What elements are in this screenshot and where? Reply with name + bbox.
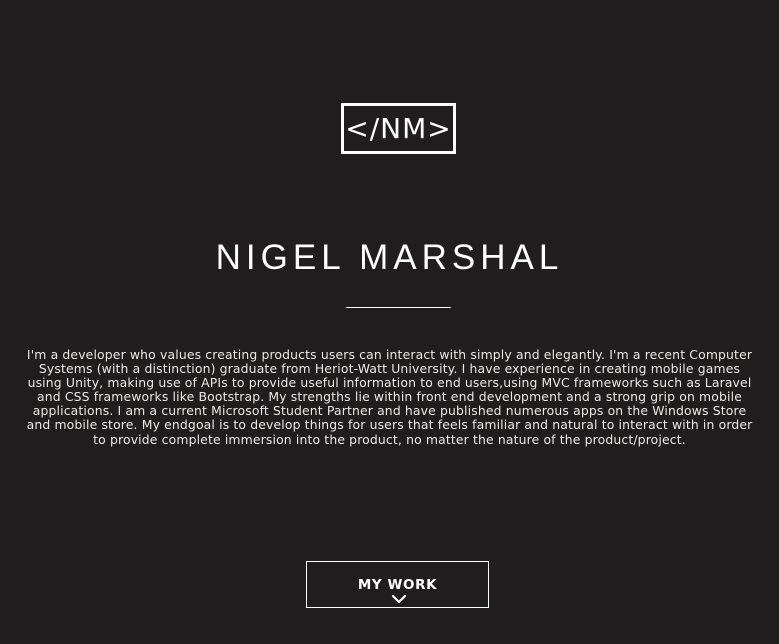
my-work-button[interactable]: MY WORK [306, 561, 489, 608]
logo-text: </NM> [345, 111, 452, 145]
title-divider [346, 307, 451, 308]
page-title: NIGEL MARSHAL [215, 238, 564, 277]
my-work-label: MY WORK [357, 577, 438, 593]
chevron-down-icon [391, 594, 407, 604]
logo: </NM> [341, 103, 456, 154]
bio-text: I'm a developer who values creating prod… [26, 347, 753, 447]
